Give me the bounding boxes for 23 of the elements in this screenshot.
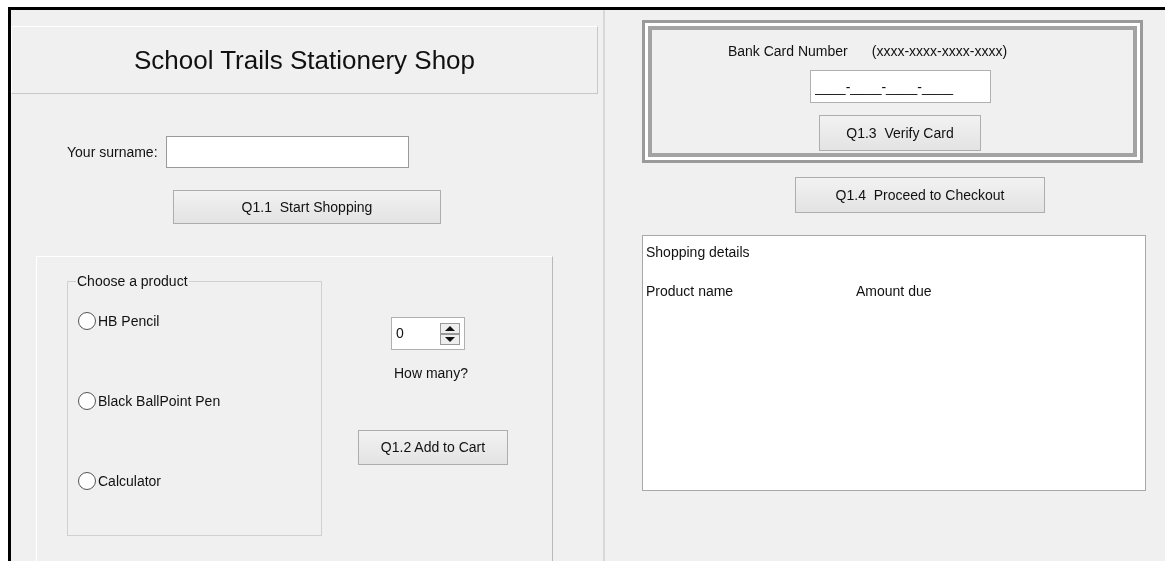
app-title: School Trails Stationery Shop bbox=[133, 43, 476, 77]
card-format-hint: (xxxx-xxxx-xxxx-xxxx) bbox=[871, 42, 1008, 61]
radio-label: HB Pencil bbox=[98, 311, 160, 331]
group-title: Choose a product bbox=[76, 272, 189, 291]
radio-button[interactable] bbox=[78, 392, 96, 410]
surname-field[interactable] bbox=[165, 136, 409, 168]
checkout-button[interactable]: Q1.4 Proceed to Checkout bbox=[795, 177, 1045, 213]
radio-label: Black BallPoint Pen bbox=[98, 391, 221, 411]
surname-label: Your surname: bbox=[67, 142, 158, 162]
card-number-label: Bank Card Number bbox=[727, 42, 848, 61]
verify-card-button[interactable]: Q1.3 Verify Card bbox=[819, 115, 981, 151]
add-to-cart-button[interactable]: Q1.2 Add to Cart bbox=[358, 430, 508, 465]
spinner-arrows-icon[interactable] bbox=[440, 322, 460, 345]
quantity-spinner[interactable]: 0 bbox=[391, 317, 465, 350]
radio-button[interactable] bbox=[78, 472, 96, 490]
quantity-label: How many? bbox=[394, 364, 468, 383]
radio-label: Calculator bbox=[98, 471, 162, 491]
column-heading: Product name bbox=[646, 282, 735, 301]
column-heading: Amount due bbox=[856, 282, 933, 301]
radio-button[interactable] bbox=[78, 312, 96, 330]
start-shopping-button[interactable]: Q1.1 Start Shopping bbox=[173, 190, 441, 224]
details-title: Shopping details bbox=[646, 243, 751, 262]
card-number-field[interactable]: ____-____-____-____ bbox=[809, 70, 991, 103]
